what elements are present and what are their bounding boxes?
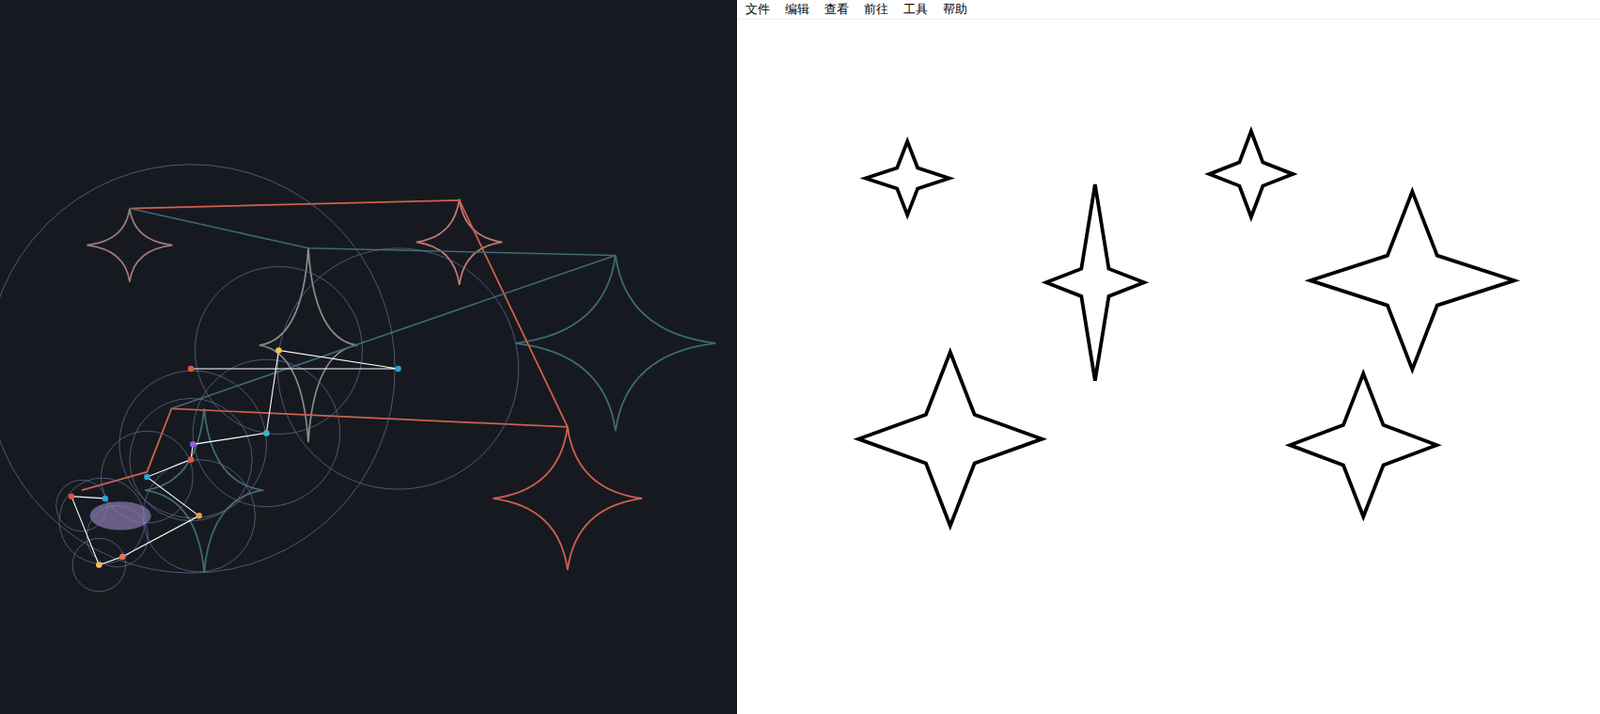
canvas (737, 19, 1600, 714)
star-shape (865, 141, 950, 215)
menu-item[interactable]: 帮助 (941, 0, 969, 19)
menu-item[interactable]: 前往 (862, 0, 890, 19)
menu-item[interactable]: 编辑 (784, 0, 811, 19)
menu-item[interactable]: 查看 (823, 0, 850, 19)
epicycle-panel (0, 0, 738, 714)
stars-drawing (737, 19, 1600, 714)
star-shape (1046, 184, 1145, 381)
menu-item[interactable]: 文件 (744, 0, 771, 19)
menu-bar: 文件编辑查看前往工具帮助 (737, 0, 1600, 20)
screen: 文件编辑查看前往工具帮助 (0, 0, 1600, 714)
star-shape (1310, 191, 1515, 370)
star-shape (858, 351, 1042, 526)
star-shape (1208, 130, 1293, 217)
viewer-window: 文件编辑查看前往工具帮助 (737, 0, 1600, 714)
epicycle-drawing (0, 0, 738, 714)
star-shape (1289, 373, 1437, 517)
menu-item[interactable]: 工具 (902, 0, 929, 19)
